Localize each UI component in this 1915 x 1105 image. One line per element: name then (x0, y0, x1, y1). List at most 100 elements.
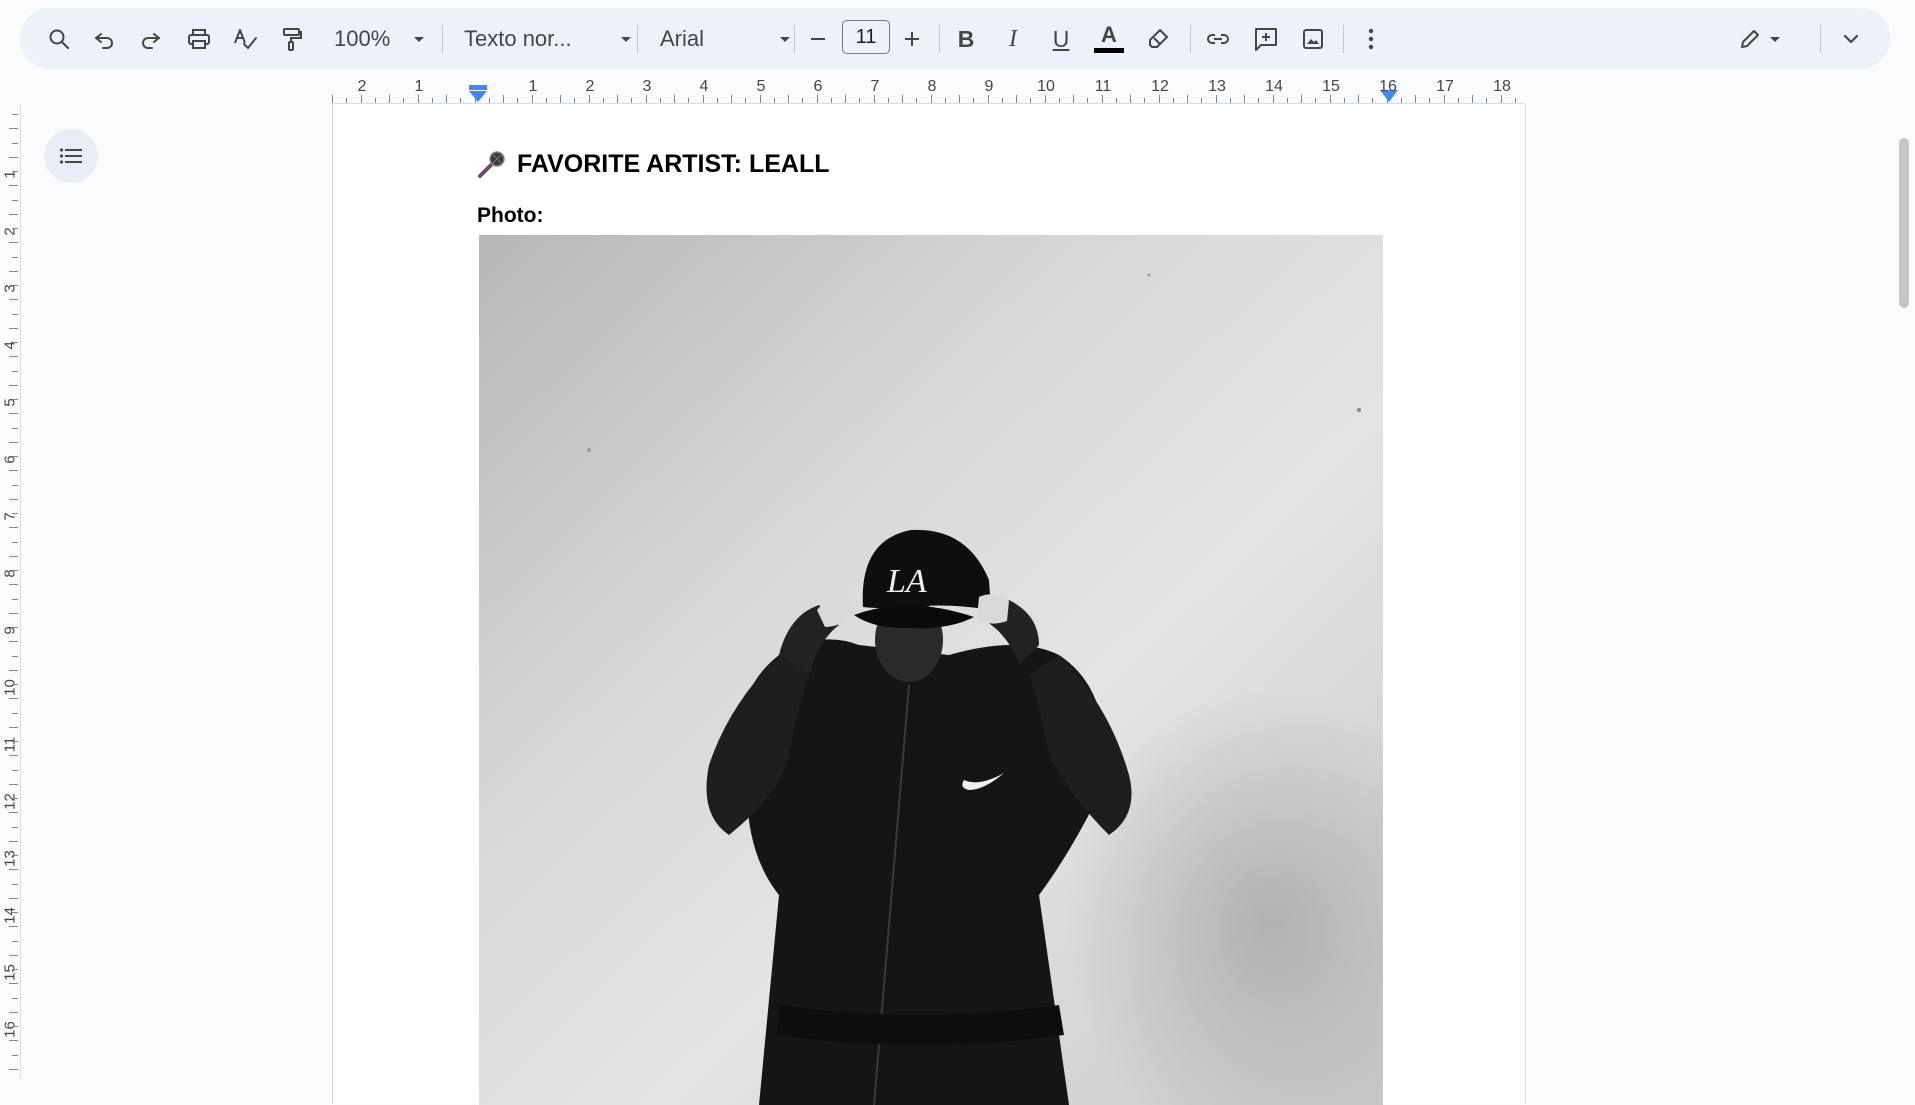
ruler-number: 15 (1322, 78, 1340, 95)
italic-label: I (1009, 25, 1017, 52)
add-comment-button[interactable] (1245, 18, 1287, 60)
ruler-number: 2 (585, 78, 595, 95)
font-size-input[interactable] (842, 20, 890, 54)
undo-button[interactable] (83, 18, 125, 60)
ruler-tick (12, 143, 18, 144)
more-options-button[interactable] (1350, 18, 1392, 60)
redo-button[interactable] (130, 18, 172, 60)
ruler-tick (646, 95, 647, 103)
ruler-tick (9, 328, 18, 329)
ruler-tick (9, 157, 18, 158)
ruler-tick (12, 513, 18, 514)
ruler-tick (12, 941, 18, 942)
ruler-tick (560, 95, 561, 103)
ruler-tick (375, 98, 376, 103)
toolbar-divider (442, 25, 443, 53)
vertical-scrollbar[interactable] (1893, 104, 1915, 1079)
ruler-number: 17 (1436, 78, 1454, 95)
ruler-tick (774, 98, 775, 103)
ruler-tick (9, 271, 18, 272)
ruler-tick (703, 95, 704, 103)
ruler-tick (546, 98, 547, 103)
document-heading[interactable]: FAVORITE ARTIST: LEALL (477, 146, 830, 182)
spellcheck-button[interactable] (224, 18, 266, 60)
italic-button[interactable]: I (992, 18, 1034, 60)
underline-button[interactable]: U (1040, 18, 1082, 60)
vertical-ruler[interactable]: 1 2 3 4 5 6 7 8 9 10 11 12 13 14 15 16 (0, 104, 21, 1079)
ruler-tick (12, 456, 18, 457)
chevron-down-icon (778, 32, 792, 46)
insert-link-button[interactable] (1197, 18, 1239, 60)
ruler-tick (12, 627, 18, 628)
ruler-tick (12, 912, 18, 913)
ruler-tick (9, 812, 18, 813)
ruler-number: 9 (984, 78, 994, 95)
ruler-tick (1301, 95, 1302, 103)
ruler-tick (1358, 95, 1359, 103)
ruler-tick (1030, 98, 1031, 103)
ruler-tick (1330, 95, 1331, 103)
font-family-value: Arial (660, 26, 705, 51)
ruler-tick (403, 98, 404, 103)
ruler-number: 4 (1, 341, 19, 350)
ruler-tick (817, 95, 818, 103)
toolbar-divider (1343, 25, 1344, 53)
hide-menus-button[interactable] (1830, 18, 1872, 60)
bold-button[interactable]: B (945, 18, 987, 60)
paint-format-button[interactable] (271, 18, 313, 60)
ruler-tick (988, 95, 989, 103)
artist-photo[interactable]: LA (479, 235, 1383, 1105)
ruler-tick (1458, 98, 1459, 103)
increase-font-size-button[interactable] (891, 18, 933, 60)
ruler-number: 8 (1, 569, 19, 578)
ruler-tick (831, 98, 832, 103)
document-outline-button[interactable] (44, 129, 98, 183)
decrease-font-size-button[interactable] (797, 18, 839, 60)
zoom-select[interactable]: 100% (334, 18, 434, 60)
ruler-tick (1116, 98, 1117, 103)
ruler-number: 3 (1, 284, 19, 293)
ruler-tick (674, 95, 675, 103)
ruler-tick (12, 570, 18, 571)
ruler-number: 3 (642, 78, 652, 95)
ruler-tick (9, 556, 18, 557)
ruler-tick (12, 399, 18, 400)
ruler-number: 8 (927, 78, 937, 95)
ruler-tick (12, 485, 18, 486)
ruler-tick (1258, 98, 1259, 103)
horizontal-ruler[interactable]: 2 1 1 2 3 4 5 6 7 8 9 10 11 12 13 14 15 16 17 18 (332, 77, 1524, 104)
ruler-tick (916, 98, 917, 103)
ruler-tick (688, 98, 689, 103)
ruler-number: 4 (699, 78, 709, 95)
text-color-button[interactable]: A (1088, 18, 1130, 60)
ruler-tick (631, 98, 632, 103)
font-family-select[interactable]: Arial (660, 18, 810, 60)
scrollbar-thumb[interactable] (1899, 138, 1909, 308)
print-button[interactable] (178, 18, 220, 60)
ruler-tick (1216, 95, 1217, 103)
highlight-color-button[interactable] (1137, 18, 1179, 60)
print-icon (186, 27, 212, 51)
ruler-number: 7 (1, 512, 19, 521)
underline-label: U (1052, 25, 1070, 52)
ruler-tick (717, 98, 718, 103)
ruler-tick (9, 470, 18, 471)
ruler-tick (12, 114, 18, 115)
ruler-tick (9, 1040, 18, 1041)
editing-mode-button[interactable] (1725, 18, 1795, 60)
ruler-tick (574, 98, 575, 103)
toolbar-divider (637, 25, 638, 53)
ruler-tick (9, 299, 18, 300)
document-page[interactable]: FAVORITE ARTIST: LEALL Photo: LA (332, 104, 1526, 1105)
insert-image-button[interactable] (1292, 18, 1334, 60)
ruler-tick (12, 855, 18, 856)
search-button[interactable] (38, 18, 80, 60)
ruler-tick (12, 798, 18, 799)
ruler-number: 2 (1, 227, 19, 236)
ruler-tick (9, 1069, 18, 1070)
paragraph-style-select[interactable]: Texto nor... (464, 18, 639, 60)
ruler-tick (1102, 95, 1103, 103)
ruler-tick (9, 413, 18, 414)
ruler-tick (460, 98, 461, 103)
text-color-letter: A (1101, 22, 1117, 47)
